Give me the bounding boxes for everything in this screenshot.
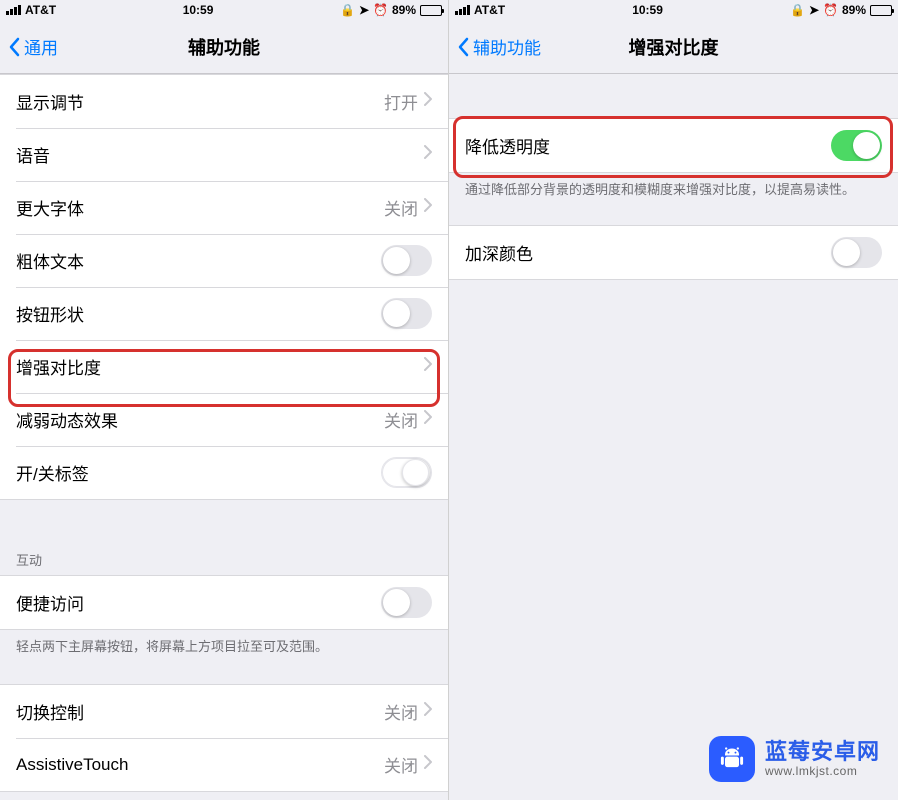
- location-icon: ➤: [359, 3, 369, 17]
- section-header-interaction: 互动: [0, 500, 448, 575]
- battery-icon: [870, 5, 892, 16]
- signal-icon: [6, 5, 21, 15]
- row-larger-text[interactable]: 更大字体 关闭: [0, 181, 448, 234]
- nav-header: 通用 辅助功能: [0, 20, 448, 74]
- back-button[interactable]: 辅助功能: [457, 34, 541, 59]
- toggle-reachability[interactable]: [381, 587, 432, 618]
- chevron-right-icon: [424, 357, 432, 376]
- toggle-bold-text[interactable]: [381, 245, 432, 276]
- watermark-logo-icon: [709, 736, 755, 782]
- status-time: 10:59: [632, 3, 663, 17]
- row-switch-control[interactable]: 切换控制 关闭: [0, 685, 448, 738]
- toggle-reduce-transparency[interactable]: [831, 130, 882, 161]
- battery-icon: [420, 5, 442, 16]
- chevron-left-icon: [8, 37, 20, 57]
- watermark: 蓝莓安卓网 www.lmkjst.com: [709, 736, 880, 782]
- page-title: 增强对比度: [629, 34, 719, 60]
- row-display-accommodations[interactable]: 显示调节 打开: [0, 75, 448, 128]
- row-darken-colors[interactable]: 加深颜色: [449, 226, 898, 279]
- cell-label: 加深颜色: [465, 240, 533, 265]
- cell-label: 显示调节: [16, 89, 84, 114]
- cell-value: 打开: [384, 89, 418, 114]
- back-label: 辅助功能: [473, 34, 541, 59]
- footer-note-reachability: 轻点两下主屏幕按钮，将屏幕上方项目拉至可及范围。: [0, 630, 448, 664]
- cell-label: 切换控制: [16, 699, 84, 724]
- location-icon: ➤: [809, 3, 819, 17]
- chevron-left-icon: [457, 37, 469, 57]
- footer-note-transparency: 通过降低部分背景的透明度和模糊度来增强对比度，以提高易读性。: [449, 173, 898, 207]
- row-reduce-transparency[interactable]: 降低透明度: [449, 119, 898, 172]
- toggle-button-shapes[interactable]: [381, 298, 432, 329]
- cell-label: 增强对比度: [16, 354, 101, 379]
- orientation-lock-icon: 🔒: [790, 3, 805, 17]
- chevron-right-icon: [424, 755, 432, 774]
- status-bar: AT&T 10:59 🔒 ➤ ⏰ 89%: [449, 0, 898, 20]
- chevron-right-icon: [424, 145, 432, 164]
- battery-percent: 89%: [392, 3, 416, 17]
- cell-value: 关闭: [384, 752, 418, 777]
- nav-header: 辅助功能 增强对比度: [449, 20, 898, 74]
- cell-label: 更大字体: [16, 195, 84, 220]
- carrier-label: AT&T: [474, 3, 505, 17]
- row-reachability[interactable]: 便捷访问: [0, 576, 448, 629]
- chevron-right-icon: [424, 198, 432, 217]
- row-onoff-labels[interactable]: 开/关标签: [0, 446, 448, 499]
- status-bar: AT&T 10:59 🔒 ➤ ⏰ 89%: [0, 0, 448, 20]
- row-bold-text[interactable]: 粗体文本: [0, 234, 448, 287]
- watermark-title: 蓝莓安卓网: [765, 740, 880, 764]
- toggle-darken-colors[interactable]: [831, 237, 882, 268]
- chevron-right-icon: [424, 702, 432, 721]
- cell-label: 语音: [16, 142, 50, 167]
- row-assistive-touch[interactable]: AssistiveTouch 关闭: [0, 738, 448, 791]
- cell-value: 关闭: [384, 699, 418, 724]
- alarm-icon: ⏰: [373, 3, 388, 17]
- alarm-icon: ⏰: [823, 3, 838, 17]
- row-speech[interactable]: 语音: [0, 128, 448, 181]
- chevron-right-icon: [424, 410, 432, 429]
- carrier-label: AT&T: [25, 3, 56, 17]
- cell-value: 关闭: [384, 195, 418, 220]
- cell-label: 降低透明度: [465, 133, 550, 158]
- row-reduce-motion[interactable]: 减弱动态效果 关闭: [0, 393, 448, 446]
- watermark-url: www.lmkjst.com: [765, 765, 880, 778]
- orientation-lock-icon: 🔒: [340, 3, 355, 17]
- cell-label: 便捷访问: [16, 590, 84, 615]
- cell-label: 粗体文本: [16, 248, 84, 273]
- signal-icon: [455, 5, 470, 15]
- row-button-shapes[interactable]: 按钮形状: [0, 287, 448, 340]
- cell-label: 开/关标签: [16, 460, 89, 485]
- back-label: 通用: [24, 34, 58, 59]
- cell-label: 按钮形状: [16, 301, 84, 326]
- status-time: 10:59: [183, 3, 214, 17]
- cell-label: AssistiveTouch: [16, 755, 128, 775]
- toggle-onoff-labels[interactable]: [381, 457, 432, 488]
- row-increase-contrast[interactable]: 增强对比度: [0, 340, 448, 393]
- screen-accessibility: AT&T 10:59 🔒 ➤ ⏰ 89% 通用 辅助功能 显示调节 打开 语音: [0, 0, 449, 800]
- back-button[interactable]: 通用: [8, 34, 58, 59]
- chevron-right-icon: [424, 92, 432, 111]
- cell-label: 减弱动态效果: [16, 407, 118, 432]
- cell-value: 关闭: [384, 407, 418, 432]
- page-title: 辅助功能: [188, 34, 260, 60]
- battery-percent: 89%: [842, 3, 866, 17]
- screen-increase-contrast: AT&T 10:59 🔒 ➤ ⏰ 89% 辅助功能 增强对比度 降低透明度 通过…: [449, 0, 898, 800]
